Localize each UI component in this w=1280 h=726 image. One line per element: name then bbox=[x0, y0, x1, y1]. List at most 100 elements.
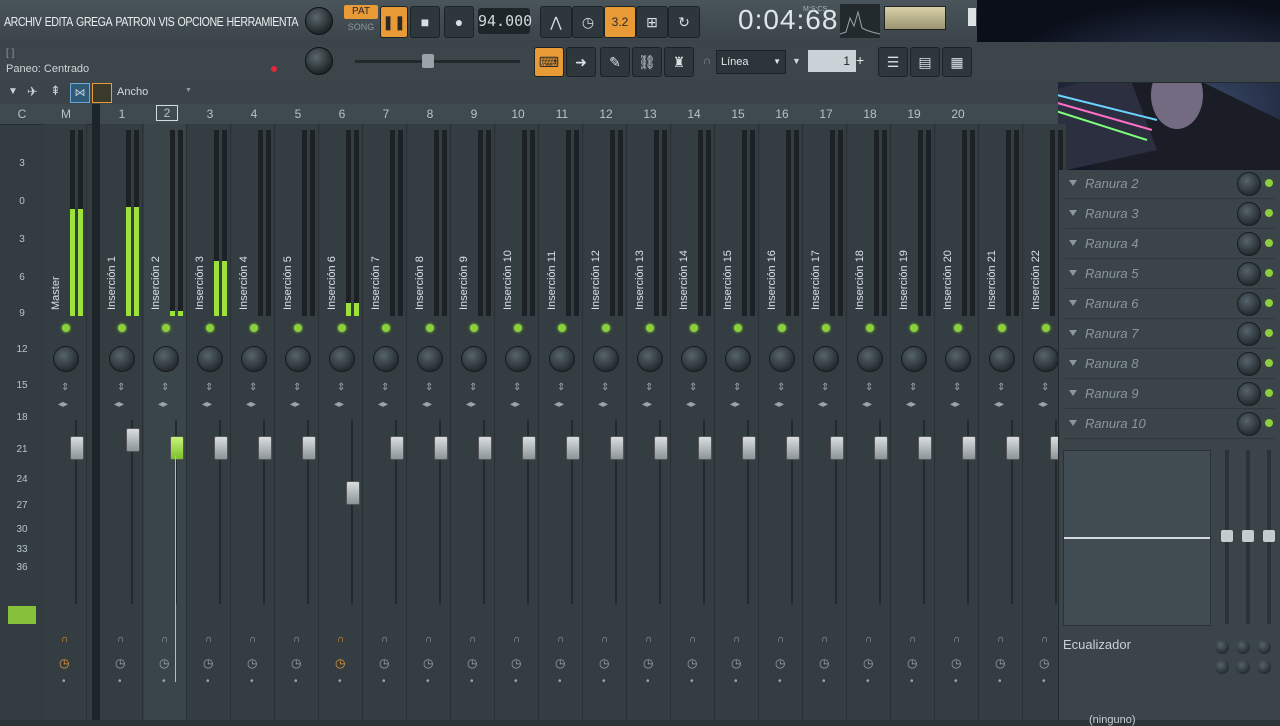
eq-knob[interactable] bbox=[1236, 640, 1250, 654]
delay-comp-icon[interactable]: ◷ bbox=[599, 656, 609, 670]
slot-mix-knob[interactable] bbox=[1237, 382, 1261, 406]
effect-slot[interactable]: Ranura 3 bbox=[1065, 200, 1275, 229]
track-name[interactable]: Inserción 5 bbox=[282, 180, 296, 310]
slot-mix-knob[interactable] bbox=[1237, 322, 1261, 346]
pan-knob[interactable] bbox=[197, 346, 223, 372]
eq-knob[interactable] bbox=[1215, 660, 1229, 674]
pan-knob[interactable] bbox=[329, 346, 355, 372]
send-dot-icon[interactable]: • bbox=[866, 676, 870, 687]
track-enable-led[interactable] bbox=[998, 324, 1006, 332]
send-dot-icon[interactable]: • bbox=[690, 676, 694, 687]
slot-enable-led[interactable] bbox=[1265, 419, 1273, 427]
send-dot-icon[interactable]: • bbox=[470, 676, 474, 687]
route-icon[interactable]: ∩ bbox=[865, 634, 872, 645]
volume-fader[interactable] bbox=[170, 436, 184, 460]
slot-mix-knob[interactable] bbox=[1237, 352, 1261, 376]
volume-fader[interactable] bbox=[214, 436, 228, 460]
track-enable-led[interactable] bbox=[250, 324, 258, 332]
eq-graph[interactable] bbox=[1063, 450, 1211, 626]
output-select-label[interactable]: (ninguno) bbox=[1089, 714, 1135, 726]
pan-knob[interactable] bbox=[549, 346, 575, 372]
volume-fader[interactable] bbox=[874, 436, 888, 460]
pan-knob[interactable] bbox=[373, 346, 399, 372]
route-icon[interactable]: ∩ bbox=[689, 634, 696, 645]
slot-enable-led[interactable] bbox=[1265, 389, 1273, 397]
route-icon[interactable]: ∩ bbox=[117, 634, 124, 645]
send-dot-icon[interactable]: • bbox=[602, 676, 606, 687]
swap-arrows-icon[interactable]: ⇕ bbox=[733, 382, 741, 393]
track-name[interactable]: Inserción 14 bbox=[678, 180, 692, 310]
send-dot-icon[interactable]: • bbox=[954, 676, 958, 687]
slot-enable-led[interactable] bbox=[1265, 269, 1273, 277]
eq-band-handle[interactable] bbox=[1242, 530, 1254, 542]
stereo-separation-icon[interactable]: ◂▸ bbox=[950, 399, 960, 410]
track-name[interactable]: Inserción 6 bbox=[326, 180, 340, 310]
route-icon[interactable]: ∩ bbox=[425, 634, 432, 645]
swap-arrows-icon[interactable]: ⇕ bbox=[161, 382, 169, 393]
route-icon[interactable]: ∩ bbox=[909, 634, 916, 645]
effect-slot[interactable]: Ranura 9 bbox=[1065, 380, 1275, 409]
track-enable-led[interactable] bbox=[382, 324, 390, 332]
track-name[interactable]: Inserción 7 bbox=[370, 180, 384, 310]
send-dot-icon[interactable]: • bbox=[778, 676, 782, 687]
pan-knob[interactable] bbox=[417, 346, 443, 372]
effect-slot[interactable]: Ranura 7 bbox=[1065, 320, 1275, 349]
swap-arrows-icon[interactable]: ⇕ bbox=[601, 382, 609, 393]
pan-knob[interactable] bbox=[461, 346, 487, 372]
send-dot-icon[interactable]: • bbox=[1042, 676, 1046, 687]
swap-arrows-icon[interactable]: ⇕ bbox=[953, 382, 961, 393]
slot-mix-knob[interactable] bbox=[1237, 292, 1261, 316]
track-name[interactable]: Inserción 3 bbox=[194, 180, 208, 310]
track-name[interactable]: Inserción 10 bbox=[502, 180, 516, 310]
stereo-separation-icon[interactable]: ◂▸ bbox=[510, 399, 520, 410]
swap-arrows-icon[interactable]: ⇕ bbox=[777, 382, 785, 393]
route-icon[interactable]: ∩ bbox=[61, 634, 68, 645]
track-name[interactable]: Inserción 16 bbox=[766, 180, 780, 310]
track-name[interactable]: Inserción 17 bbox=[810, 180, 824, 310]
volume-fader[interactable] bbox=[434, 436, 448, 460]
eq-knob[interactable] bbox=[1257, 660, 1271, 674]
eq-band-slider[interactable] bbox=[1263, 450, 1275, 624]
delay-comp-icon[interactable]: ◷ bbox=[203, 656, 213, 670]
stereo-separation-icon[interactable]: ◂▸ bbox=[202, 399, 212, 410]
track-enable-led[interactable] bbox=[602, 324, 610, 332]
eq-band-handle[interactable] bbox=[1263, 530, 1275, 542]
track-enable-led[interactable] bbox=[206, 324, 214, 332]
effect-slot[interactable]: Ranura 5 bbox=[1065, 260, 1275, 289]
track-enable-led[interactable] bbox=[558, 324, 566, 332]
delay-comp-icon[interactable]: ◷ bbox=[643, 656, 653, 670]
pan-knob[interactable] bbox=[769, 346, 795, 372]
pan-knob[interactable] bbox=[857, 346, 883, 372]
track-name[interactable]: Inserción 20 bbox=[942, 180, 956, 310]
send-dot-icon[interactable]: • bbox=[206, 676, 210, 687]
stereo-separation-icon[interactable]: ◂▸ bbox=[686, 399, 696, 410]
track-enable-led[interactable] bbox=[1042, 324, 1050, 332]
stereo-separation-icon[interactable]: ◂▸ bbox=[378, 399, 388, 410]
track-name[interactable]: Inserción 13 bbox=[634, 180, 648, 310]
delay-comp-icon[interactable]: ◷ bbox=[335, 656, 345, 670]
delay-comp-icon[interactable]: ◷ bbox=[467, 656, 477, 670]
send-dot-icon[interactable]: • bbox=[646, 676, 650, 687]
send-dot-icon[interactable]: • bbox=[294, 676, 298, 687]
pan-knob[interactable] bbox=[241, 346, 267, 372]
delay-comp-icon[interactable]: ◷ bbox=[379, 656, 389, 670]
delay-comp-icon[interactable]: ◷ bbox=[511, 656, 521, 670]
stereo-separation-icon[interactable]: ◂▸ bbox=[598, 399, 608, 410]
slot-enable-led[interactable] bbox=[1265, 359, 1273, 367]
swap-arrows-icon[interactable]: ⇕ bbox=[425, 382, 433, 393]
send-dot-icon[interactable]: • bbox=[250, 676, 254, 687]
volume-fader[interactable] bbox=[302, 436, 316, 460]
track-enable-led[interactable] bbox=[470, 324, 478, 332]
swap-arrows-icon[interactable]: ⇕ bbox=[293, 382, 301, 393]
delay-comp-icon[interactable]: ◷ bbox=[687, 656, 697, 670]
pan-knob[interactable] bbox=[109, 346, 135, 372]
swap-arrows-icon[interactable]: ⇕ bbox=[117, 382, 125, 393]
track-name[interactable]: Inserción 22 bbox=[1030, 180, 1044, 310]
track-name[interactable]: Inserción 18 bbox=[854, 180, 868, 310]
effect-slot[interactable]: Ranura 2 bbox=[1065, 170, 1275, 199]
pan-knob[interactable] bbox=[1033, 346, 1059, 372]
route-icon[interactable]: ∩ bbox=[777, 634, 784, 645]
track-name[interactable]: Inserción 4 bbox=[238, 180, 252, 310]
route-icon[interactable]: ∩ bbox=[469, 634, 476, 645]
volume-fader[interactable] bbox=[390, 436, 404, 460]
